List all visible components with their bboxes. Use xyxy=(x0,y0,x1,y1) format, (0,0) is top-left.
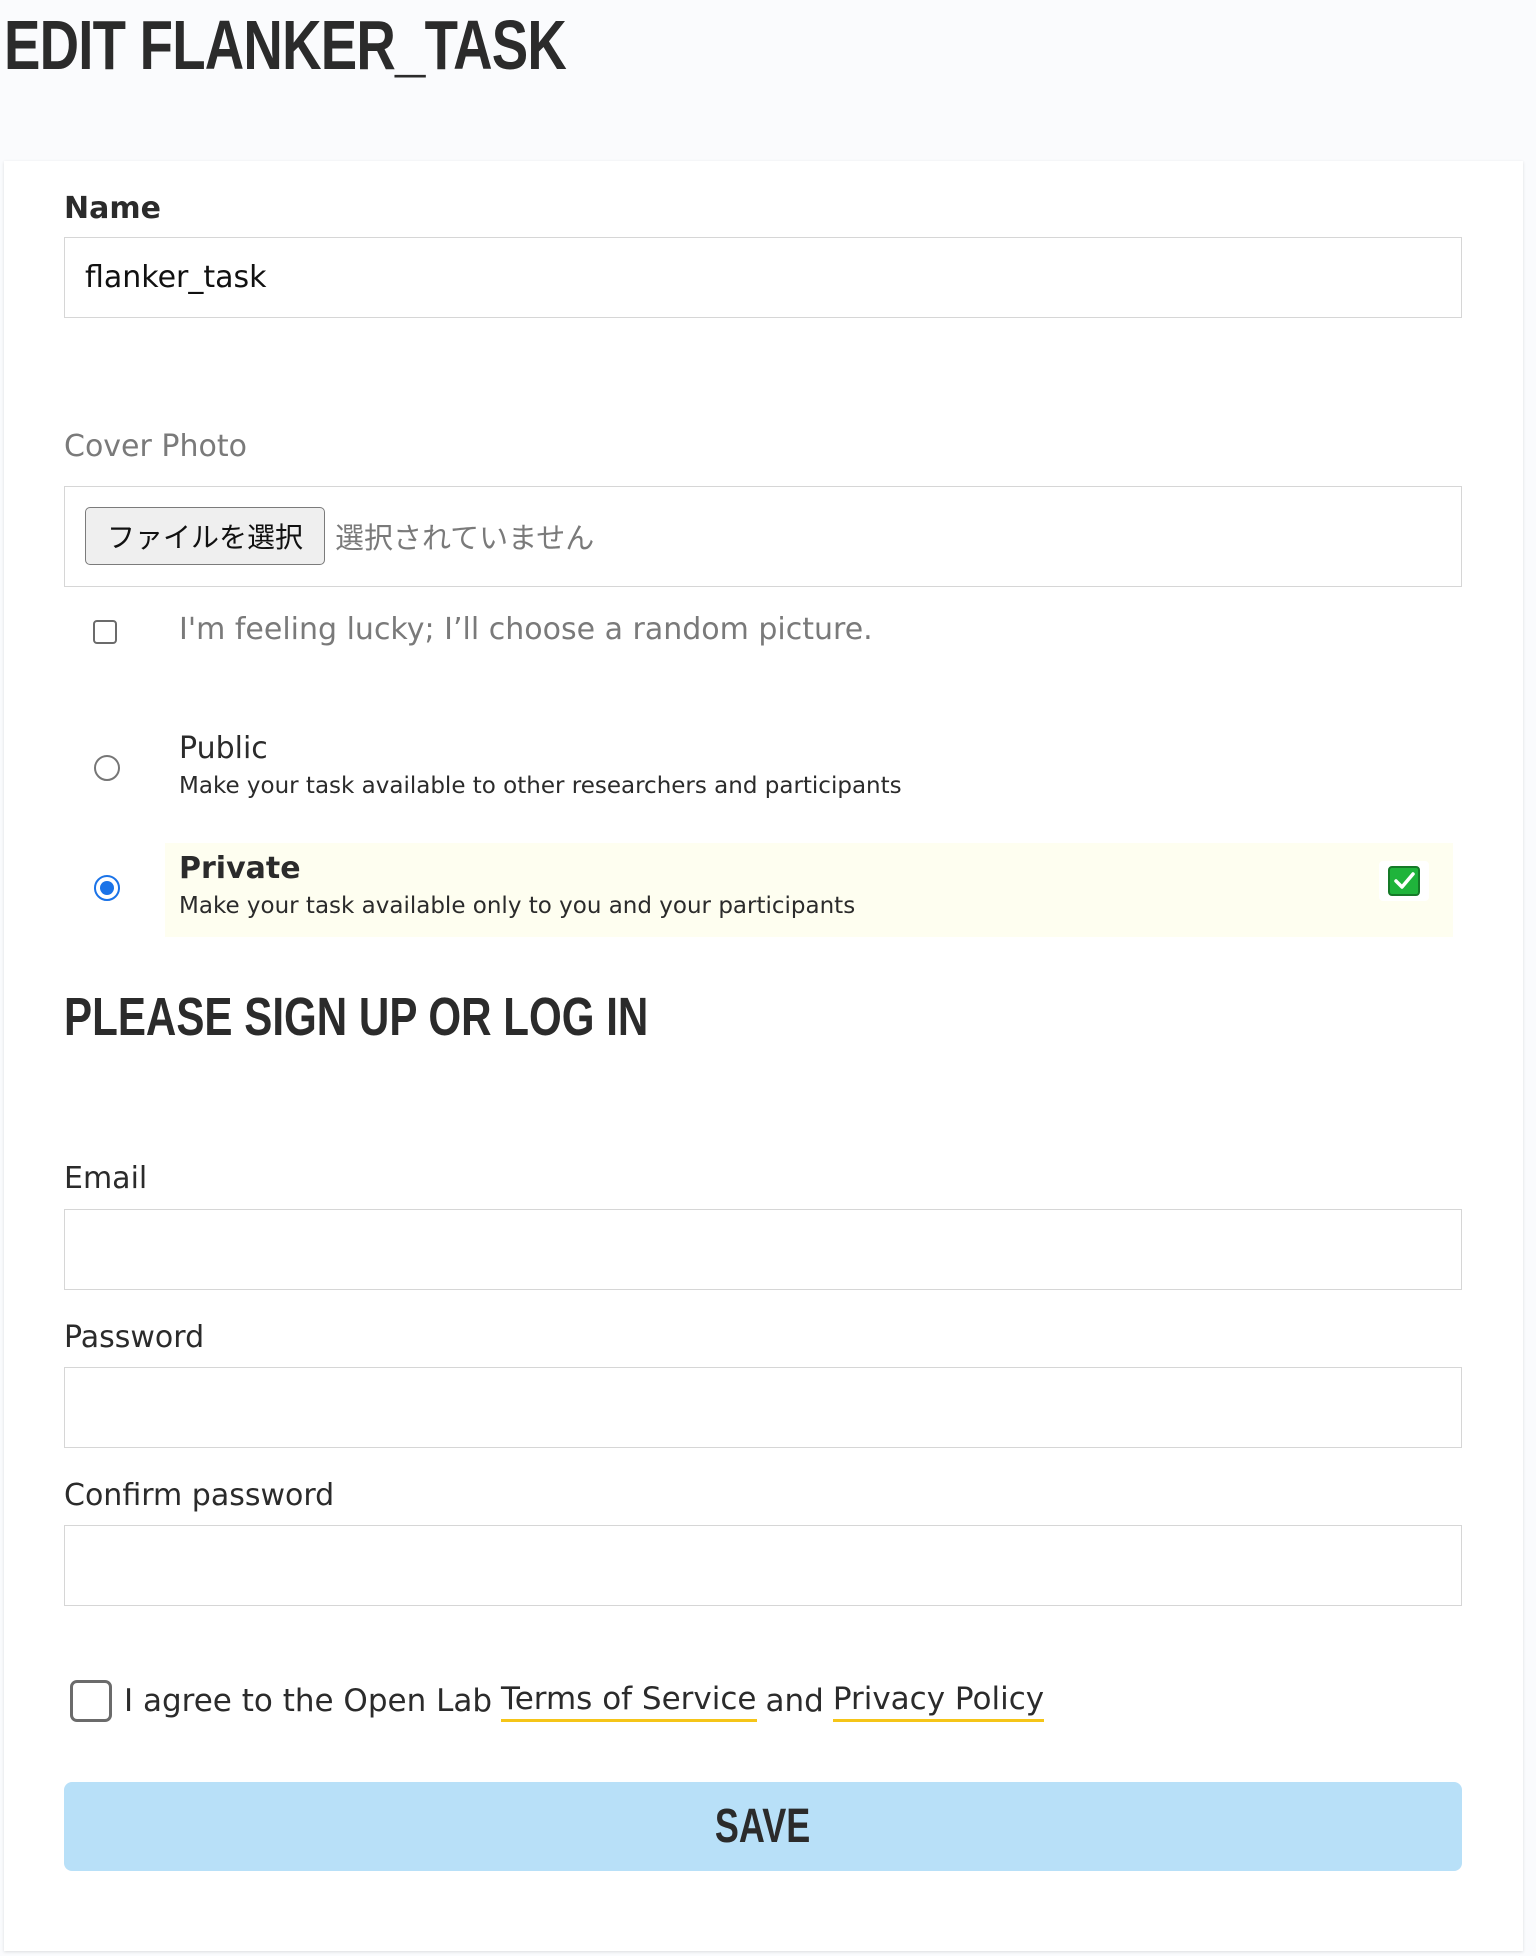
edit-task-form-card: Name Cover Photo ファイルを選択 選択されていません I'm f… xyxy=(4,161,1523,1951)
private-option-description: Make your task available only to you and… xyxy=(179,893,856,919)
cover-photo-file-input: ファイルを選択 選択されていません xyxy=(64,486,1462,587)
terms-agreement-row: I agree to the Open Lab Terms of Service… xyxy=(70,1676,1045,1726)
choose-file-button[interactable]: ファイルを選択 xyxy=(85,507,325,565)
selected-check-badge xyxy=(1379,861,1429,901)
password-label: Password xyxy=(64,1320,205,1355)
public-option-title: Public xyxy=(179,731,268,766)
private-option-title: Private xyxy=(179,851,301,886)
page-title: EDIT FLANKER_TASK xyxy=(4,6,567,84)
name-input[interactable] xyxy=(64,237,1462,318)
public-radio[interactable] xyxy=(94,755,120,781)
save-button-label: SAVE xyxy=(715,1800,811,1853)
confirm-password-field[interactable] xyxy=(64,1525,1462,1606)
private-option-highlight xyxy=(165,843,1453,937)
cover-photo-label: Cover Photo xyxy=(64,429,247,464)
password-field[interactable] xyxy=(64,1367,1462,1448)
random-picture-checkbox[interactable] xyxy=(93,620,117,644)
email-field[interactable] xyxy=(64,1209,1462,1290)
privacy-policy-link[interactable]: Privacy Policy xyxy=(832,1681,1045,1722)
signup-heading: PLEASE SIGN UP OR LOG IN xyxy=(64,987,649,1047)
check-mark-icon xyxy=(1388,866,1420,896)
random-picture-label: I'm feeling lucky; I’ll choose a random … xyxy=(179,612,873,647)
agree-prefix-text: I agree to the Open Lab xyxy=(124,1683,493,1719)
file-status-text: 選択されていません xyxy=(335,521,595,555)
public-option-description: Make your task available to other resear… xyxy=(179,773,902,799)
confirm-password-label: Confirm password xyxy=(64,1478,335,1513)
terms-agreement-checkbox[interactable] xyxy=(70,1680,112,1722)
agree-and-text: and xyxy=(765,1683,824,1719)
name-label: Name xyxy=(64,191,161,226)
email-label: Email xyxy=(64,1161,148,1196)
private-radio[interactable] xyxy=(94,875,120,901)
save-button[interactable]: SAVE xyxy=(64,1782,1462,1871)
terms-of-service-link[interactable]: Terms of Service xyxy=(501,1681,757,1722)
